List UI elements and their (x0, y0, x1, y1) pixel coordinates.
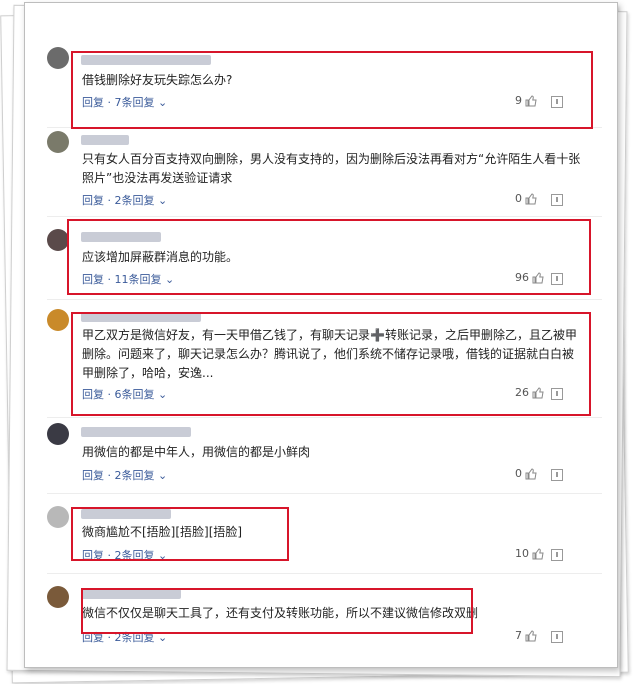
highlight-box (67, 219, 591, 295)
comment-text: 用微信的都是中年人，用微信的都是小鲜肉 (82, 445, 311, 459)
view-replies-link[interactable]: 2条回复 (115, 469, 155, 482)
username-blurred[interactable] (81, 427, 191, 437)
like-button[interactable]: 10 (515, 547, 544, 560)
reply-button[interactable]: 回复 · (82, 469, 111, 482)
chevron-down-icon: ⌄ (154, 194, 168, 207)
divider (47, 216, 602, 217)
report-icon[interactable] (551, 631, 563, 643)
highlight-box (71, 312, 591, 416)
view-replies-link[interactable]: 2条回复 (115, 194, 155, 207)
like-count: 10 (515, 547, 529, 560)
divider (47, 299, 602, 300)
thumbs-up-icon (532, 547, 544, 559)
like-count: 0 (515, 467, 522, 480)
like-count: 7 (515, 629, 522, 642)
avatar[interactable] (47, 309, 69, 331)
avatar[interactable] (47, 506, 69, 528)
report-icon[interactable] (551, 469, 563, 481)
thumbs-up-icon (525, 629, 537, 641)
like-button[interactable]: 0 (515, 467, 537, 480)
highlight-box (71, 507, 289, 561)
avatar[interactable] (47, 586, 69, 608)
comment-text: 只有女人百分百支持双向删除，男人没有支持的，因为删除后没法再看对方“允许陌生人看… (82, 152, 581, 185)
username-blurred[interactable] (81, 135, 129, 145)
avatar[interactable] (47, 229, 69, 251)
thumbs-up-icon (525, 192, 537, 204)
like-count: 0 (515, 192, 522, 205)
avatar[interactable] (47, 47, 69, 69)
avatar[interactable] (47, 423, 69, 445)
comment-meta: 回复 · 2条回复 ⌄ (82, 467, 167, 483)
divider (47, 493, 602, 494)
highlight-box (71, 51, 593, 129)
report-icon[interactable] (551, 549, 563, 561)
chevron-down-icon: ⌄ (154, 469, 168, 482)
avatar[interactable] (47, 131, 69, 153)
like-button[interactable]: 7 (515, 629, 537, 642)
comment-list-card: 借钱删除好友玩失踪怎么办? 回复 · 7条回复 ⌄ 9 只有女人百分百支持双向删… (24, 2, 618, 668)
comment-meta: 回复 · 2条回复 ⌄ (82, 192, 167, 208)
divider (47, 417, 602, 418)
highlight-box (81, 588, 473, 634)
report-icon[interactable] (551, 194, 563, 206)
like-button[interactable]: 0 (515, 192, 537, 205)
reply-button[interactable]: 回复 · (82, 194, 111, 207)
divider (47, 573, 602, 574)
thumbs-up-icon (525, 467, 537, 479)
